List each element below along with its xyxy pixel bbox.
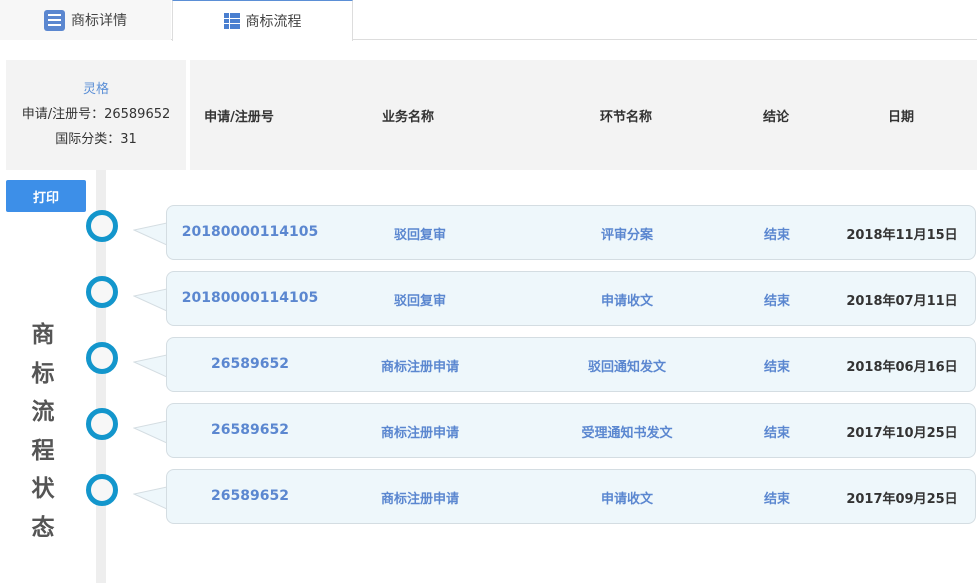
timeline-node <box>86 342 118 374</box>
table-header: 申请/注册号 业务名称 环节名称 结论 日期 <box>190 60 977 170</box>
row-step: 申请收文 <box>601 488 653 507</box>
table-list-icon <box>224 13 240 29</box>
row-step: 驳回通知发文 <box>588 356 666 375</box>
row-number: 26589652 <box>211 422 289 438</box>
timeline-row: 26589652 商标注册申请 受理通知书发文 结束 2017年10月25日 <box>166 403 976 458</box>
row-business: 驳回复审 <box>394 290 446 309</box>
side-title-char: 标 <box>28 355 58 394</box>
side-title-char: 态 <box>28 509 58 548</box>
tab-trademark-process[interactable]: 商标流程 <box>172 0 353 41</box>
timeline-node <box>86 210 118 242</box>
side-title: 商 标 流 程 状 态 <box>28 316 58 547</box>
header-number: 申请/注册号 <box>204 106 274 125</box>
row-result: 结束 <box>764 422 790 441</box>
header-step: 环节名称 <box>600 106 652 125</box>
side-title-char: 商 <box>28 316 58 355</box>
tab-label: 商标流程 <box>246 11 302 31</box>
tab-label: 商标详情 <box>71 10 127 30</box>
card-pointer <box>133 221 167 247</box>
card-pointer <box>133 287 167 313</box>
row-number: 20180000114105 <box>182 290 318 306</box>
row-business: 商标注册申请 <box>381 422 459 441</box>
side-title-char: 程 <box>28 432 58 471</box>
registration-number: 申请/注册号：26589652 <box>6 102 186 127</box>
row-number: 26589652 <box>211 356 289 372</box>
tab-bar: 商标详情 商标流程 <box>0 0 977 40</box>
header-date: 日期 <box>888 106 914 125</box>
brand-name: 灵格 <box>6 77 186 102</box>
timeline-row: 26589652 商标注册申请 申请收文 结束 2017年09月25日 <box>166 469 976 524</box>
timeline-node <box>86 276 118 308</box>
tab-trademark-details[interactable]: 商标详情 <box>0 0 171 40</box>
row-date: 2017年09月25日 <box>846 488 957 507</box>
row-result: 结束 <box>764 224 790 243</box>
row-result: 结束 <box>764 290 790 309</box>
header-result: 结论 <box>763 106 789 125</box>
international-class: 国际分类：31 <box>6 127 186 152</box>
card-pointer <box>133 419 167 445</box>
row-business: 商标注册申请 <box>381 356 459 375</box>
row-step: 评审分案 <box>601 224 653 243</box>
row-step: 申请收文 <box>601 290 653 309</box>
row-date: 2018年07月11日 <box>846 290 957 309</box>
row-date: 2017年10月25日 <box>846 422 957 441</box>
document-list-icon <box>44 10 65 31</box>
header-business: 业务名称 <box>382 106 434 125</box>
row-number: 20180000114105 <box>182 224 318 240</box>
print-button[interactable]: 打印 <box>6 180 86 212</box>
card-pointer <box>133 485 167 511</box>
row-result: 结束 <box>764 488 790 507</box>
card-pointer <box>133 353 167 379</box>
side-title-char: 流 <box>28 393 58 432</box>
row-date: 2018年06月16日 <box>846 356 957 375</box>
timeline-node <box>86 408 118 440</box>
row-business: 驳回复审 <box>394 224 446 243</box>
row-date: 2018年11月15日 <box>846 224 957 243</box>
row-number: 26589652 <box>211 488 289 504</box>
timeline-node <box>86 474 118 506</box>
timeline-row: 26589652 商标注册申请 驳回通知发文 结束 2018年06月16日 <box>166 337 976 392</box>
trademark-info-panel: 灵格 申请/注册号：26589652 国际分类：31 <box>6 60 186 170</box>
row-step: 受理通知书发文 <box>581 422 672 441</box>
side-title-char: 状 <box>28 470 58 509</box>
row-business: 商标注册申请 <box>381 488 459 507</box>
row-result: 结束 <box>764 356 790 375</box>
timeline-row: 20180000114105 驳回复审 评审分案 结束 2018年11月15日 <box>166 205 976 260</box>
timeline-row: 20180000114105 驳回复审 申请收文 结束 2018年07月11日 <box>166 271 976 326</box>
